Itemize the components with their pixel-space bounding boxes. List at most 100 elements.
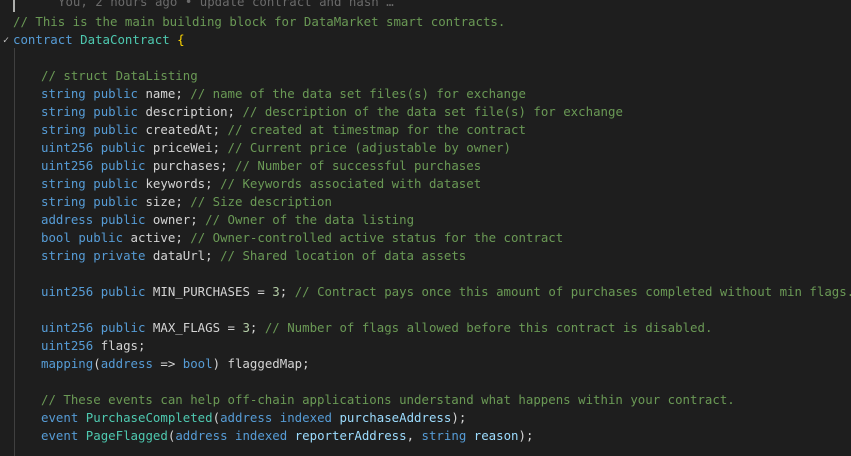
- code-token: ;: [249, 320, 265, 335]
- code-token: purchaseAddress: [339, 410, 452, 425]
- code-editor[interactable]: You, 2 hours ago • update contract and h…: [0, 0, 851, 456]
- code-token: // Size description: [190, 194, 332, 209]
- code-token: public: [100, 320, 146, 335]
- code-token: // Keywords associated with dataset: [220, 176, 482, 191]
- code-token: );: [451, 410, 467, 425]
- code-line-text: string private dataUrl; // Shared locati…: [13, 247, 466, 265]
- code-token: );: [518, 428, 534, 443]
- code-token: ): [212, 356, 228, 371]
- code-token: public: [93, 194, 138, 209]
- code-token: ;: [279, 284, 295, 299]
- code-token: createdAt: [145, 122, 213, 137]
- code-token: public: [100, 212, 146, 227]
- code-token: public: [93, 122, 138, 137]
- code-token: reporterAddress: [294, 428, 407, 443]
- code-token: MIN_PURCHASES: [152, 284, 250, 299]
- code-token: ;: [175, 194, 191, 209]
- code-token: ;: [302, 356, 310, 371]
- code-token: ;: [212, 122, 228, 137]
- code-token: // Contract pays once this amount of pur…: [294, 284, 851, 299]
- code-token: public: [100, 284, 146, 299]
- code-token: purchases: [152, 158, 221, 173]
- code-token: address: [220, 410, 273, 425]
- code-line-text: // These events can help off-chain appli…: [13, 391, 735, 409]
- code-token: ;: [138, 338, 146, 353]
- code-token: string: [421, 428, 467, 443]
- code-token: PageFlagged: [85, 428, 168, 443]
- code-token: // created at timestmap for the contract: [227, 122, 526, 137]
- code-token: string: [41, 248, 86, 263]
- code-line-text: uint256 public priceWei; // Current pric…: [13, 139, 511, 157]
- code-line-text: string public description; // descriptio…: [13, 103, 623, 121]
- code-token: DataContract: [80, 32, 170, 47]
- code-token: public: [78, 230, 124, 245]
- code-line-text: bool public active; // Owner-controlled …: [13, 229, 563, 247]
- code-token: PurchaseCompleted: [85, 410, 213, 425]
- code-token: uint256: [41, 338, 94, 353]
- code-token: public: [100, 140, 146, 155]
- code-token: ,: [406, 428, 422, 443]
- code-line-text: string public name; // name of the data …: [13, 85, 526, 103]
- code-line-text: uint256 public MAX_FLAGS = 3; // Number …: [13, 319, 712, 337]
- code-token: address: [100, 356, 153, 371]
- code-token: size: [145, 194, 176, 209]
- code-token: ;: [212, 140, 228, 155]
- code-token: MAX_FLAGS: [152, 320, 221, 335]
- code-token: // name of the data set files(s) for exc…: [190, 86, 526, 101]
- code-token: public: [100, 158, 146, 173]
- code-token: // Number of flags allowed before this c…: [264, 320, 713, 335]
- code-token: ;: [175, 230, 191, 245]
- code-token: (: [93, 356, 101, 371]
- code-token: string: [41, 86, 86, 101]
- code-token: event: [41, 428, 79, 443]
- code-token: 3: [242, 320, 250, 335]
- code-token: contract: [13, 32, 73, 47]
- code-token: // struct DataListing: [41, 68, 198, 83]
- code-token: ;: [227, 104, 243, 119]
- code-token: private: [93, 248, 146, 263]
- code-line-text: contract DataContract {: [13, 31, 185, 49]
- code-line-text: uint256 public MIN_PURCHASES = 3; // Con…: [13, 283, 851, 301]
- code-token: ;: [220, 158, 235, 173]
- code-line-text: uint256 flags;: [13, 337, 145, 355]
- code-token: // This is the main building block for D…: [13, 14, 506, 29]
- code-line-text: string public size; // Size description: [13, 193, 332, 211]
- code-line-text: // This is the main building block for D…: [13, 13, 505, 31]
- code-token: uint256: [41, 284, 94, 299]
- fold-chevron-icon[interactable]: ✓: [0, 32, 12, 50]
- code-line-text: uint256 public purchases; // Number of s…: [13, 157, 481, 175]
- code-token: flags: [100, 338, 138, 353]
- code-line-text: event PurchaseCompleted(address indexed …: [13, 409, 466, 427]
- code-token: // Owner of the data listing: [205, 212, 415, 227]
- code-token: =: [249, 284, 273, 299]
- code-token: name: [145, 86, 176, 101]
- code-token: {: [177, 32, 185, 47]
- code-token: ;: [175, 86, 191, 101]
- code-line-text: string public createdAt; // created at t…: [13, 121, 526, 139]
- code-token: event: [41, 410, 79, 425]
- code-token: active: [130, 230, 176, 245]
- code-token: ;: [205, 176, 221, 191]
- code-token: mapping: [41, 356, 94, 371]
- git-blame-annotation: You, 2 hours ago • update contract and h…: [58, 0, 394, 9]
- code-token: indexed: [235, 428, 288, 443]
- code-token: address: [175, 428, 228, 443]
- code-token: address: [41, 212, 94, 227]
- code-token: // description of the data set file(s) f…: [242, 104, 623, 119]
- code-token: (: [212, 410, 221, 425]
- code-line-text: // struct DataListing: [13, 67, 198, 85]
- code-token: dataUrl: [152, 248, 206, 263]
